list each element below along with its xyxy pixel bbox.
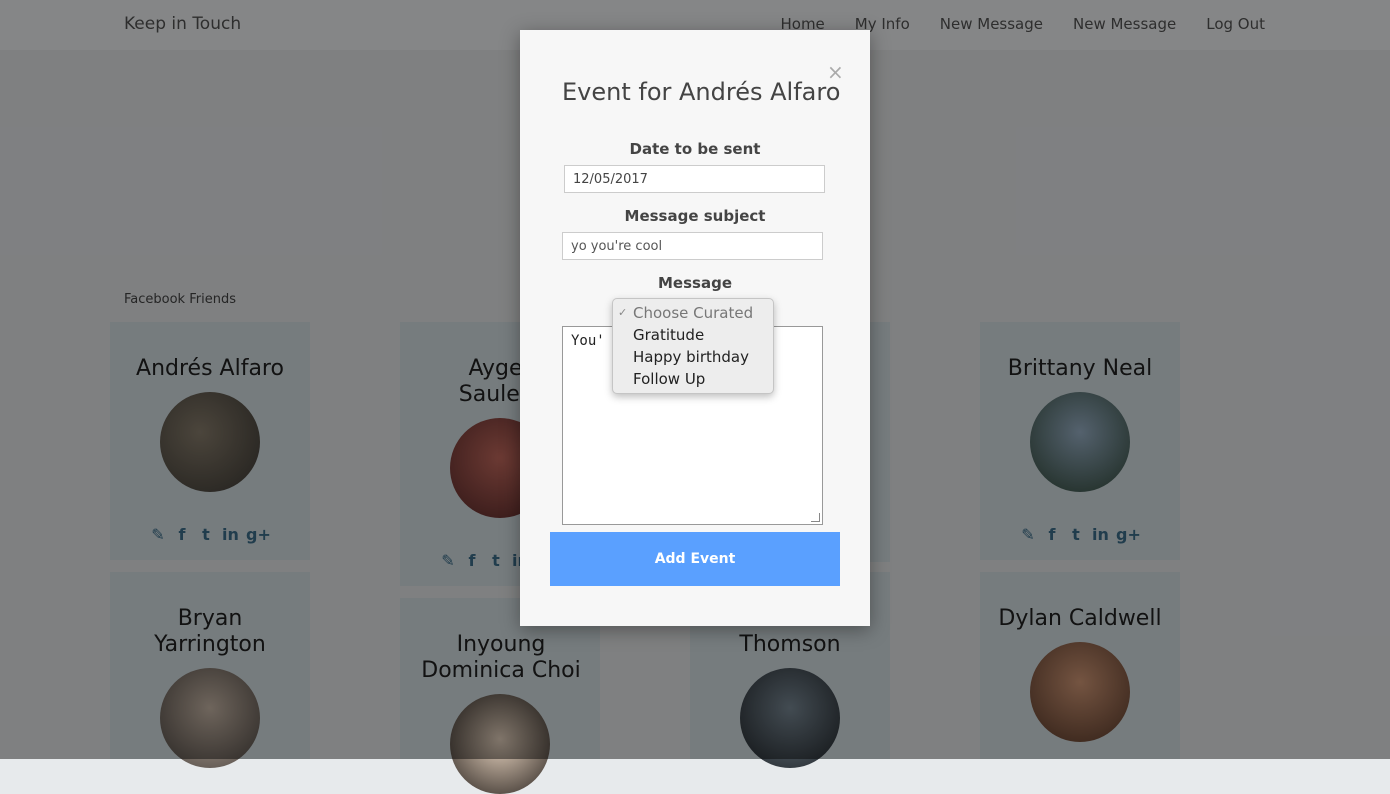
add-event-button[interactable]: Add Event [550, 532, 840, 586]
curated-message-dropdown[interactable]: ✓ Choose Curated Gratitude Happy birthda… [612, 298, 774, 394]
modal-title: Event for Andrés Alfaro [562, 78, 841, 106]
subject-field[interactable]: yo you're cool [562, 232, 823, 260]
date-field[interactable]: 12/05/2017 [564, 165, 825, 193]
check-icon: ✓ [618, 306, 628, 319]
message-text: You' [571, 333, 605, 349]
dropdown-option-follow-up[interactable]: Follow Up [613, 368, 773, 390]
dropdown-option-gratitude[interactable]: Gratitude [613, 324, 773, 346]
subject-label: Message subject [624, 207, 766, 225]
resize-handle[interactable] [811, 513, 820, 522]
dropdown-option-happy-birthday[interactable]: Happy birthday [613, 346, 773, 368]
message-label: Message [658, 274, 732, 292]
date-label: Date to be sent [629, 140, 761, 158]
dropdown-option-choose[interactable]: ✓ Choose Curated [613, 302, 773, 324]
event-modal: × Event for Andrés Alfaro Date to be sen… [520, 30, 870, 626]
option-label: Choose Curated [633, 304, 754, 322]
